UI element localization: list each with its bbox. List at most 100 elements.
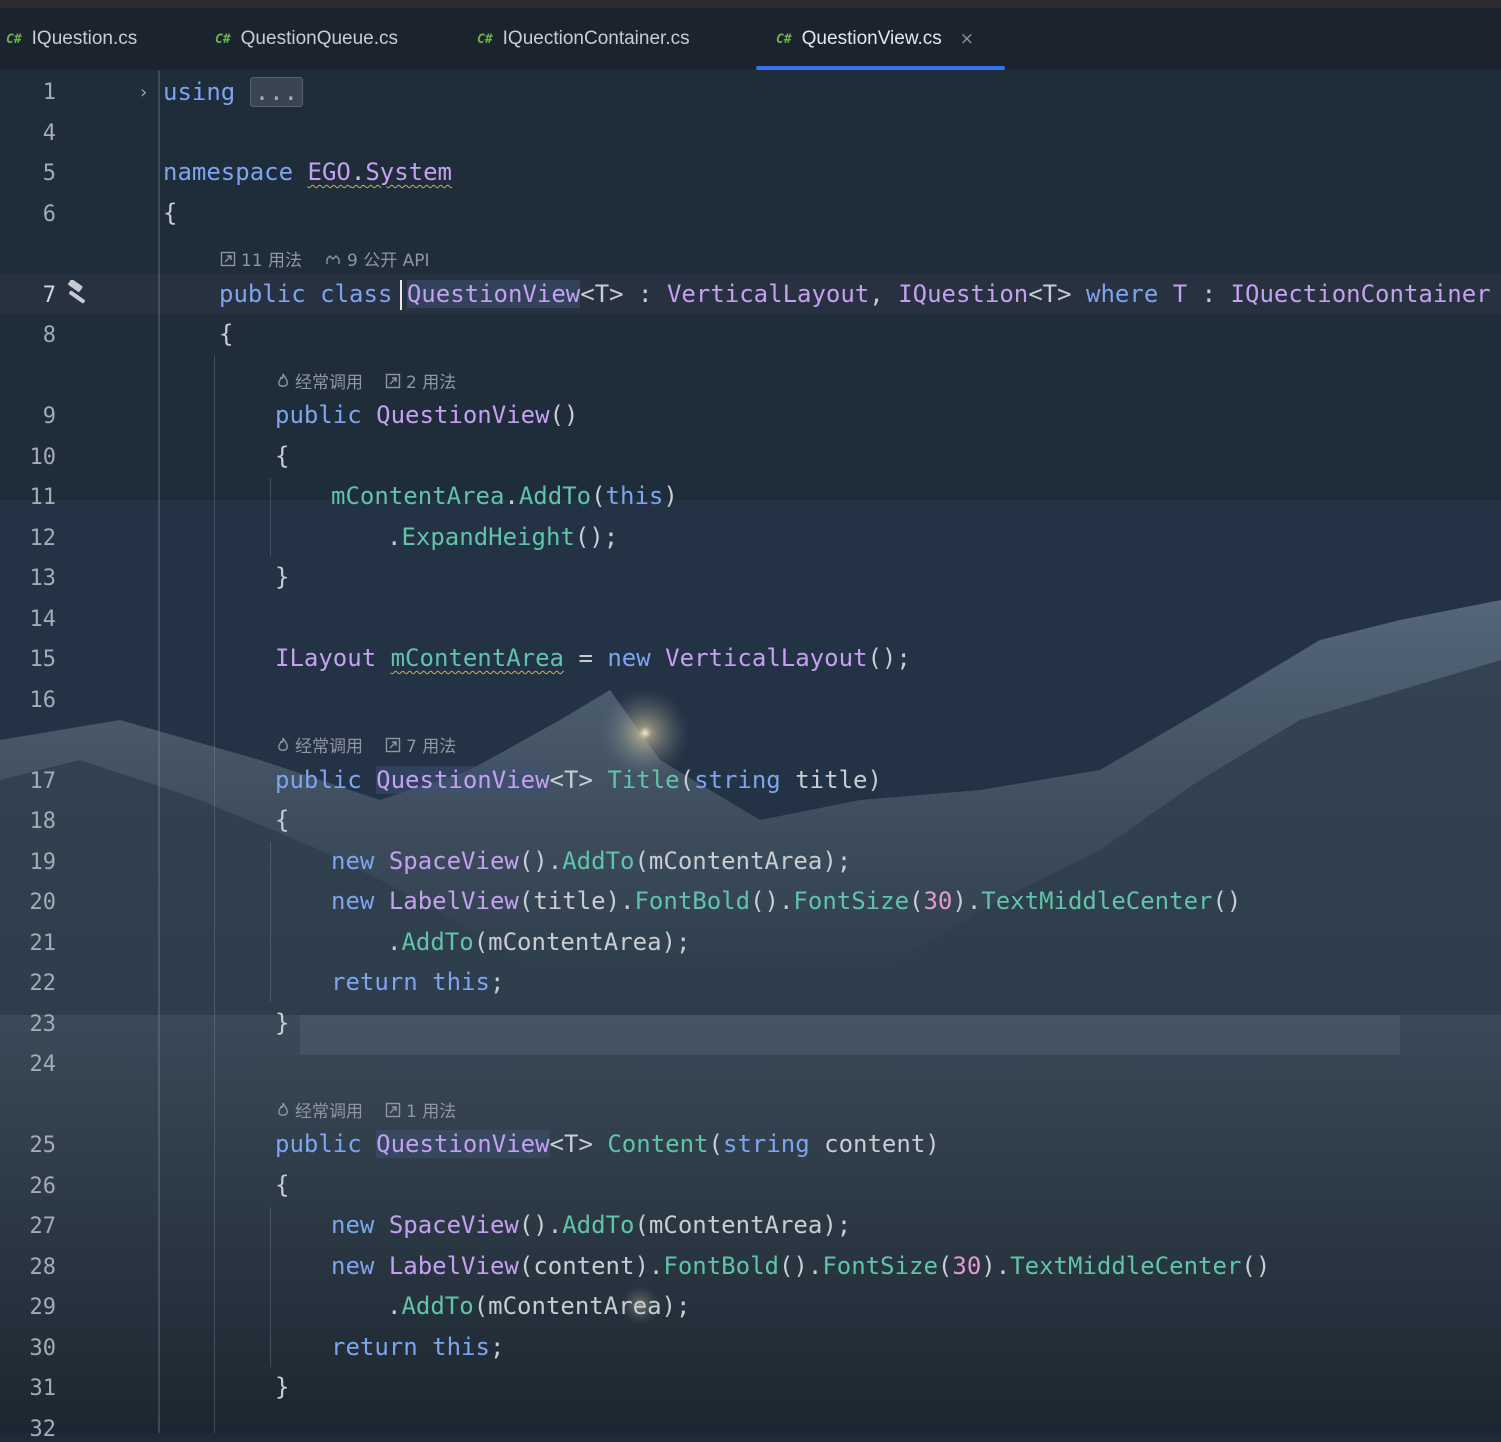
public-api-hint[interactable]: 9 公开 API [324, 246, 430, 271]
code-line-1[interactable]: using ... [163, 77, 304, 107]
line-number[interactable]: 30 [0, 1336, 57, 1361]
line-number[interactable]: 23 [0, 1012, 57, 1037]
csharp-file-icon: C# [776, 31, 792, 47]
line-number[interactable]: 13 [0, 566, 57, 591]
line-number[interactable]: 17 [0, 769, 57, 794]
code-line-5[interactable]: namespace EGO.System [163, 158, 452, 186]
line-number[interactable]: 4 [0, 121, 56, 146]
code-line-20[interactable]: new LabelView(title).FontBold().FontSize… [331, 887, 1241, 915]
code-line-31[interactable]: } [275, 1373, 289, 1401]
code-line-21[interactable]: .AddTo(mContentArea); [387, 928, 690, 956]
code-line-15[interactable]: ILayout mContentArea = new VerticalLayou… [275, 644, 911, 672]
code-line-28[interactable]: new LabelView(content).FontBold().FontSi… [331, 1252, 1270, 1280]
line-number[interactable]: 7 [0, 283, 56, 308]
code-line-7[interactable]: public class QuestionView<T> : VerticalL… [219, 280, 1491, 308]
tab-label: QuestionView.cs [801, 28, 942, 49]
code-line-11[interactable]: mContentArea.AddTo(this) [331, 482, 678, 510]
title-inlay-hints: 经常调用 7 用法 [276, 732, 478, 757]
line-number[interactable]: 14 [0, 607, 57, 632]
usages-icon [385, 1102, 401, 1117]
usages-icon [220, 251, 236, 266]
line-number[interactable]: 31 [0, 1376, 57, 1401]
folded-imports[interactable]: ... [249, 77, 304, 107]
tab-questionqueue[interactable]: C# QuestionQueue.cs [215, 8, 398, 70]
line-number[interactable]: 29 [0, 1295, 57, 1320]
csharp-file-icon: C# [6, 31, 22, 47]
editor-tab-bar: C# IQuestion.cs C# QuestionQueue.cs C# I… [0, 8, 1501, 71]
line-number[interactable]: 16 [0, 688, 57, 713]
code-line-6[interactable]: { [163, 199, 177, 227]
tab-questionview[interactable]: C# QuestionView.cs × [776, 8, 974, 70]
indent-guide [214, 355, 215, 1433]
code-line-25[interactable]: public QuestionView<T> Content(string co… [275, 1130, 940, 1158]
content-inlay-hints: 经常调用 1 用法 [276, 1097, 478, 1122]
api-icon [326, 254, 340, 264]
tab-label: IQuestion.cs [31, 28, 138, 49]
line-number[interactable]: 28 [0, 1255, 57, 1280]
line-number[interactable]: 19 [0, 850, 57, 875]
usages-icon [385, 373, 401, 388]
code-line-29[interactable]: .AddTo(mContentArea); [387, 1292, 690, 1320]
tab-iquestion[interactable]: C# IQuestion.cs [6, 8, 137, 70]
gutter-separator [158, 70, 160, 1433]
line-number[interactable]: 27 [0, 1214, 57, 1239]
window-top-strip [0, 0, 1501, 8]
hammer-icon[interactable] [64, 279, 94, 310]
code-line-19[interactable]: new SpaceView().AddTo(mContentArea); [331, 847, 851, 875]
line-number[interactable]: 32 [0, 1417, 57, 1442]
code-line-26[interactable]: { [275, 1171, 289, 1199]
usages-hint[interactable]: 7 用法 [385, 732, 456, 757]
indent-guide [270, 1207, 271, 1367]
code-line-13[interactable]: } [275, 563, 289, 591]
line-number[interactable]: 5 [0, 161, 56, 186]
code-line-30[interactable]: return this; [331, 1333, 504, 1361]
flame-icon [278, 373, 288, 387]
line-number[interactable]: 6 [0, 202, 56, 227]
frequent-call-hint[interactable]: 经常调用 [276, 368, 363, 393]
indent-guide [270, 842, 271, 1002]
indent-guide [270, 478, 271, 556]
line-number[interactable]: 11 [0, 485, 57, 510]
ctor-inlay-hints: 经常调用 2 用法 [276, 368, 478, 393]
line-number[interactable]: 18 [0, 809, 57, 834]
line-number[interactable]: 15 [0, 647, 57, 672]
line-number[interactable]: 1 [0, 80, 56, 105]
csharp-file-icon: C# [215, 31, 231, 47]
close-tab-icon[interactable]: × [960, 29, 974, 49]
code-line-27[interactable]: new SpaceView().AddTo(mContentArea); [331, 1211, 851, 1239]
csharp-file-icon: C# [477, 31, 493, 47]
line-number[interactable]: 26 [0, 1174, 57, 1199]
usages-hint[interactable]: 11 用法 [220, 246, 302, 271]
line-number[interactable]: 9 [0, 404, 56, 429]
flame-icon [278, 737, 288, 751]
tab-label: IQuectionContainer.cs [502, 28, 690, 49]
code-line-9[interactable]: public QuestionView() [275, 401, 578, 429]
code-line-12[interactable]: .ExpandHeight(); [387, 523, 618, 551]
code-line-8[interactable]: { [219, 320, 233, 348]
text-cursor [400, 280, 402, 310]
line-number[interactable]: 10 [0, 445, 57, 470]
line-number[interactable]: 8 [0, 323, 56, 348]
usages-hint[interactable]: 2 用法 [385, 368, 456, 393]
line-number[interactable]: 20 [0, 890, 57, 915]
tab-label: QuestionQueue.cs [240, 28, 399, 49]
line-number[interactable]: 21 [0, 931, 57, 956]
code-line-18[interactable]: { [275, 806, 289, 834]
line-number[interactable]: 25 [0, 1133, 57, 1158]
frequent-call-hint[interactable]: 经常调用 [276, 1097, 363, 1122]
code-line-10[interactable]: { [275, 442, 289, 470]
active-tab-indicator [756, 66, 1005, 70]
line-number[interactable]: 24 [0, 1052, 57, 1077]
code-line-17[interactable]: public QuestionView<T> Title(string titl… [275, 766, 882, 794]
flame-icon [278, 1102, 288, 1116]
class-inlay-hints: 11 用法 9 公开 API [220, 246, 452, 271]
code-line-23[interactable]: } [275, 1009, 289, 1037]
usages-icon [385, 737, 401, 752]
line-number[interactable]: 22 [0, 971, 57, 996]
usages-hint[interactable]: 1 用法 [385, 1097, 456, 1122]
code-line-22[interactable]: return this; [331, 968, 504, 996]
tab-iquectioncontainer[interactable]: C# IQuectionContainer.cs [477, 8, 690, 70]
fold-expand-icon[interactable]: › [140, 82, 147, 103]
frequent-call-hint[interactable]: 经常调用 [276, 732, 363, 757]
line-number[interactable]: 12 [0, 526, 57, 551]
